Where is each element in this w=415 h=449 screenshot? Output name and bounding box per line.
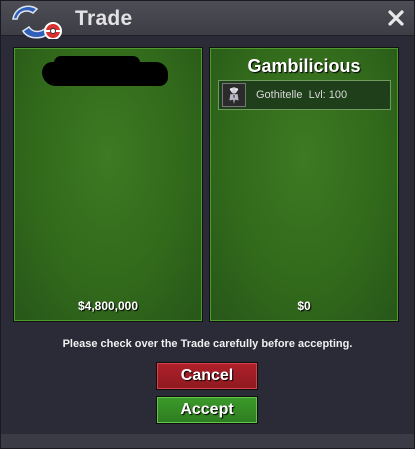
cancel-button[interactable]: Cancel bbox=[156, 362, 258, 390]
game-logo-icon bbox=[12, 5, 62, 40]
window-title: Trade bbox=[75, 7, 133, 30]
offered-pokemon[interactable]: Gothitelle Lvl: 100 bbox=[218, 80, 391, 110]
pokemon-name-level: Gothitelle Lvl: 100 bbox=[256, 89, 347, 101]
pokemon-name: Gothitelle bbox=[256, 89, 303, 101]
my-offer-money: $4,800,000 bbox=[77, 299, 139, 313]
partner-name: Gambilicious bbox=[247, 56, 361, 76]
partner-offer-panel[interactable]: Gambilicious Gothitelle Lvl: 100 $0 bbox=[209, 47, 399, 322]
my-offer-panel[interactable]: $4,800,000 bbox=[13, 47, 203, 322]
close-icon[interactable] bbox=[386, 8, 406, 28]
accept-button[interactable]: Accept bbox=[156, 396, 258, 424]
pokemon-level: Lvl: 100 bbox=[308, 89, 348, 101]
window-footer bbox=[1, 434, 414, 448]
pokemon-sprite-icon bbox=[222, 83, 246, 107]
trade-window: Trade $4,800,000 Gambilicious Gothitelle bbox=[0, 0, 415, 449]
title-bar[interactable]: Trade bbox=[1, 1, 414, 40]
trade-offers: $4,800,000 Gambilicious Gothitelle Lvl: … bbox=[5, 39, 410, 329]
partner-offer-money: $0 bbox=[297, 299, 311, 313]
redacted-username bbox=[42, 56, 168, 86]
trade-notice: Please check over the Trade carefully be… bbox=[62, 338, 353, 350]
